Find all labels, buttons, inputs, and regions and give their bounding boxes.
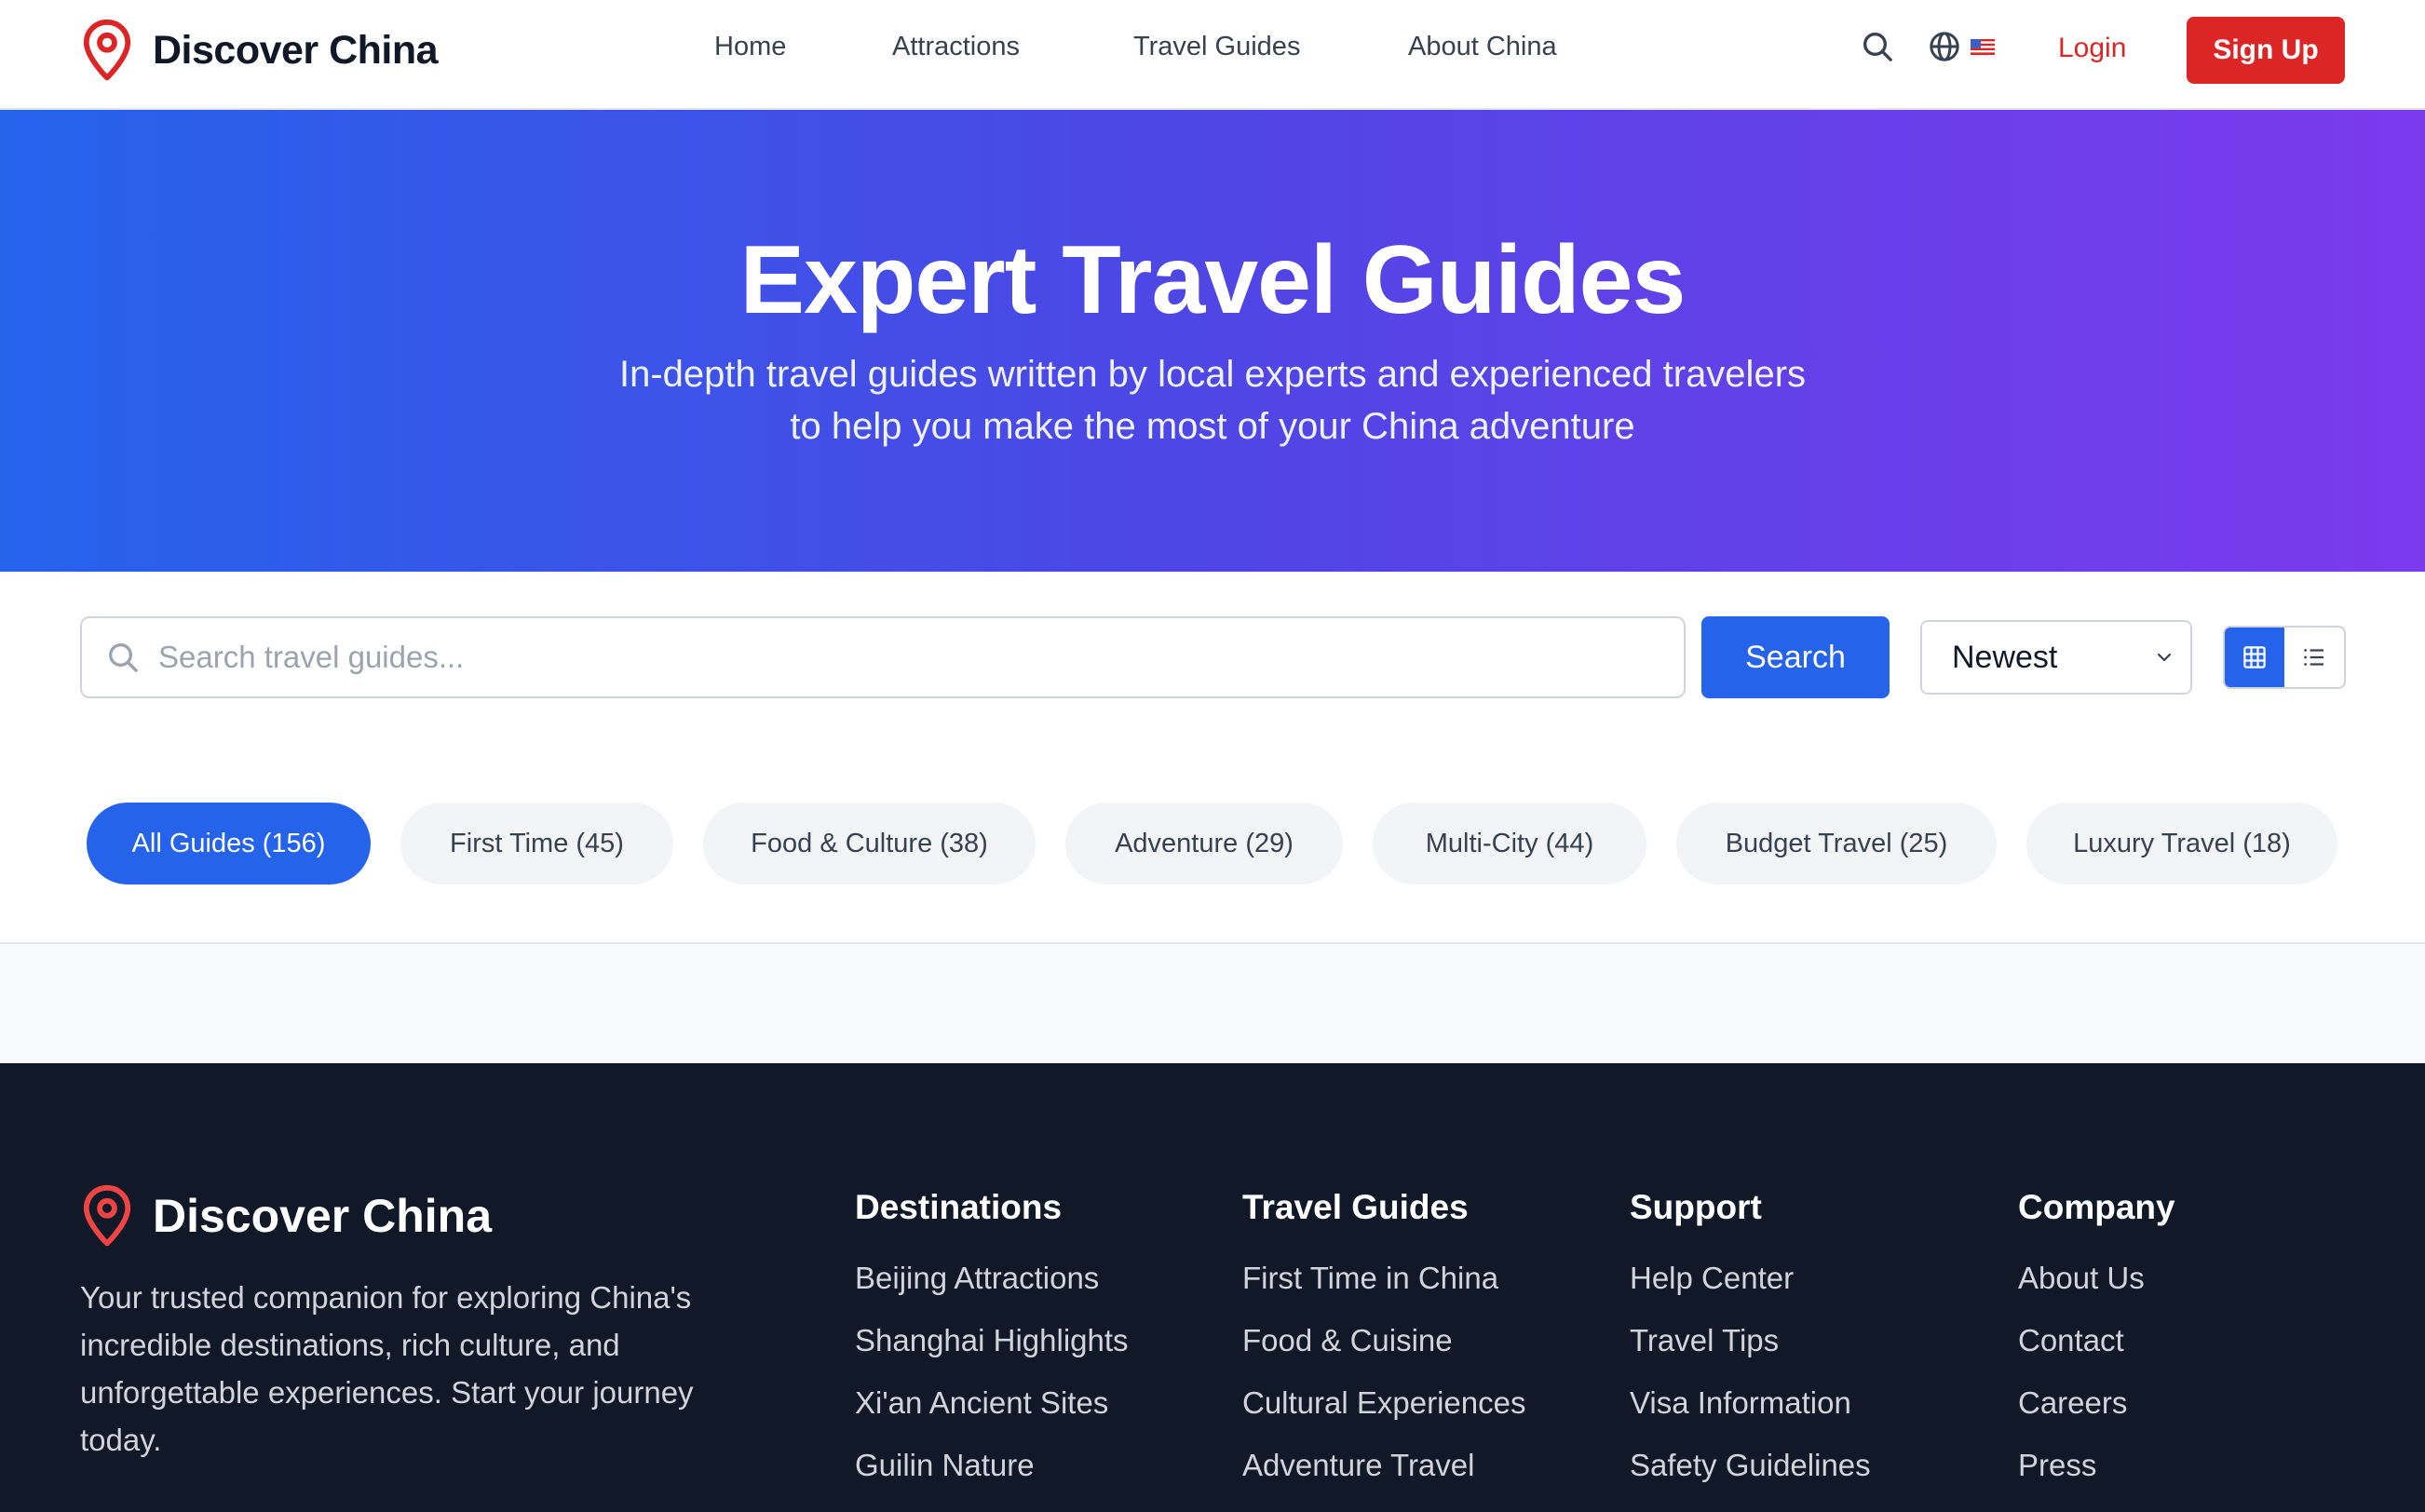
sort-select[interactable]: Newest: [1920, 620, 2192, 695]
footer-column-title: Destinations: [855, 1188, 1063, 1226]
brand-name: Discover China: [153, 27, 439, 73]
footer-brand-name: Discover China: [153, 1190, 493, 1242]
footer-link[interactable]: Xi'an Ancient Sites: [855, 1384, 1129, 1422]
search-field[interactable]: [80, 616, 1686, 698]
footer-column-travel-guides: Travel Guides First Time in China Food &…: [1242, 1188, 1525, 1508]
map-pin-icon: [83, 19, 131, 81]
footer-link[interactable]: About Us: [2018, 1259, 2175, 1297]
brand-logo[interactable]: Discover China: [80, 19, 439, 82]
footer-link[interactable]: Food & Cuisine: [1242, 1321, 1525, 1359]
filter-pill-first-time[interactable]: First Time (45): [400, 803, 673, 884]
footer-description: Your trusted companion for exploring Chi…: [80, 1280, 694, 1457]
footer-column-title: Travel Guides: [1242, 1188, 1469, 1226]
hero-subtitle: In-depth travel guides written by local …: [618, 354, 1807, 447]
filter-pill-multi-city[interactable]: Multi-City (44): [1373, 803, 1646, 884]
footer-link[interactable]: Visa Information: [1630, 1384, 1871, 1422]
search-toolbar: Search Newest: [0, 572, 2425, 743]
map-pin-icon: [83, 1184, 131, 1247]
globe-icon: [1930, 32, 1959, 61]
filter-pill-food-culture[interactable]: Food & Culture (38): [703, 803, 1036, 884]
footer-column-destinations: Destinations Beijing Attractions Shangha…: [855, 1188, 1129, 1508]
guides-content-area: [0, 944, 2425, 1063]
login-link[interactable]: Login: [2058, 33, 2126, 64]
filter-pill-all-guides[interactable]: All Guides (156): [87, 803, 371, 884]
view-mode-toggle: [2223, 626, 2346, 689]
footer-link[interactable]: Travel Tips: [1630, 1321, 1871, 1359]
search-icon: [109, 643, 138, 672]
us-flag-icon: [1971, 38, 1995, 55]
nav-link-travel-guides[interactable]: Travel Guides: [1133, 32, 1300, 62]
filter-pill-adventure[interactable]: Adventure (29): [1065, 803, 1343, 884]
footer-link[interactable]: Help Center: [1630, 1259, 1871, 1297]
footer-column-title: Company: [2018, 1188, 2175, 1226]
nav-link-attractions[interactable]: Attractions: [892, 32, 1020, 62]
grid-view-button[interactable]: [2225, 628, 2284, 687]
footer-brand[interactable]: Discover China: [80, 1184, 492, 1248]
footer-link[interactable]: Guilin Nature: [855, 1446, 1129, 1484]
hero-banner: Expert Travel Guides In-depth travel gui…: [0, 110, 2425, 572]
category-filters: All Guides (156) First Time (45) Food & …: [0, 743, 2425, 944]
search-icon[interactable]: [1859, 28, 1896, 65]
list-view-button[interactable]: [2284, 628, 2344, 687]
footer-link[interactable]: Adventure Travel: [1242, 1446, 1525, 1484]
nav-utility-icons: [1859, 28, 1995, 65]
language-selector[interactable]: [1926, 28, 1995, 65]
filter-pill-budget-travel[interactable]: Budget Travel (25): [1676, 803, 1997, 884]
footer-link[interactable]: Careers: [2018, 1384, 2175, 1422]
site-footer: Discover China Your trusted companion fo…: [0, 1063, 2425, 1512]
nav-link-home[interactable]: Home: [714, 32, 786, 62]
sort-selected-value: Newest: [1952, 639, 2058, 675]
footer-column-support: Support Help Center Travel Tips Visa Inf…: [1630, 1188, 1871, 1508]
page-title: Expert Travel Guides: [739, 226, 1687, 334]
footer-column-title: Support: [1630, 1188, 1762, 1226]
footer-link[interactable]: Contact: [2018, 1321, 2175, 1359]
list-icon: [2304, 649, 2323, 666]
footer-link[interactable]: Beijing Attractions: [855, 1259, 1129, 1297]
search-input[interactable]: [158, 640, 1648, 675]
signup-button[interactable]: Sign Up: [2187, 17, 2345, 84]
top-navbar: Discover China Home Attractions Travel G…: [0, 0, 2425, 110]
footer-link[interactable]: Shanghai Highlights: [855, 1321, 1129, 1359]
footer-link[interactable]: Press: [2018, 1446, 2175, 1484]
footer-link[interactable]: Safety Guidelines: [1630, 1446, 1871, 1484]
search-button[interactable]: Search: [1701, 616, 1890, 698]
footer-link[interactable]: First Time in China: [1242, 1259, 1525, 1297]
footer-column-company: Company About Us Contact Careers Press: [2018, 1188, 2175, 1508]
grid-icon: [2243, 646, 2266, 668]
footer-link[interactable]: Cultural Experiences: [1242, 1384, 1525, 1422]
filter-pill-luxury-travel[interactable]: Luxury Travel (18): [2026, 803, 2337, 884]
chevron-down-icon: [2157, 653, 2172, 662]
nav-link-about-china[interactable]: About China: [1408, 32, 1557, 62]
